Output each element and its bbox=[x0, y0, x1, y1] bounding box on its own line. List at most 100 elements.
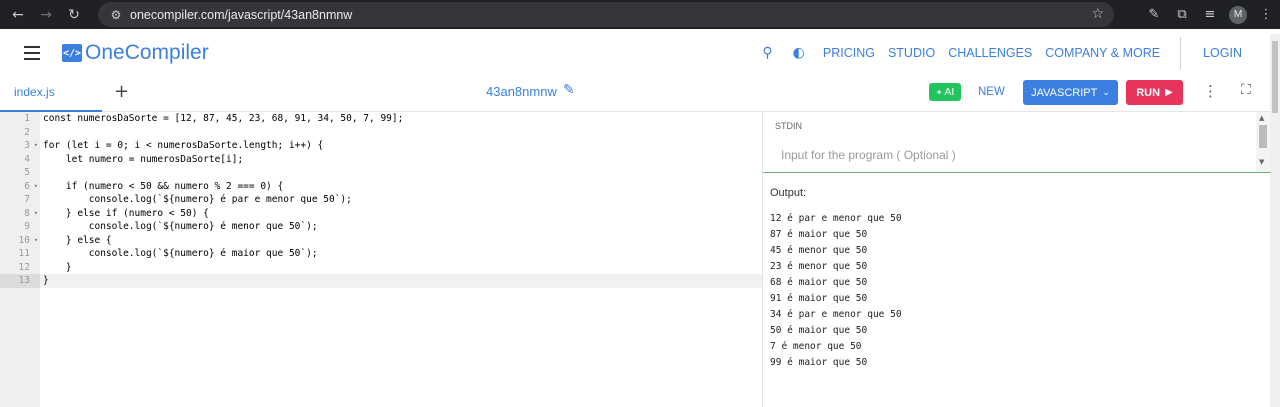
code-line[interactable]: let numero = numerosDaSorte[i]; bbox=[43, 153, 243, 167]
stdin-input[interactable]: Input for the program ( Optional ) bbox=[781, 148, 956, 162]
output-line: 50 é maior que 50 bbox=[770, 325, 868, 336]
scroll-down-icon[interactable]: ▼ bbox=[1259, 158, 1264, 166]
header-divider bbox=[1180, 37, 1182, 69]
page-scrollbar[interactable] bbox=[1270, 34, 1280, 407]
line-number-text: 4 bbox=[24, 153, 30, 165]
stdin-scrollbar-thumb[interactable] bbox=[1259, 125, 1267, 148]
tab-index-js[interactable]: index.js bbox=[0, 72, 102, 112]
ai-button[interactable]: ✦ AI bbox=[929, 83, 961, 101]
extensions-icon[interactable]: ⧉ bbox=[1168, 7, 1196, 22]
line-number: 13 bbox=[0, 274, 40, 288]
browser-actions: ✎ ⧉ ≡ M ⋮ bbox=[1140, 0, 1280, 29]
code-title[interactable]: 43an8nmnw bbox=[486, 84, 557, 99]
fold-toggle-icon[interactable]: ▾ bbox=[34, 139, 38, 153]
language-label: JAVASCRIPT bbox=[1031, 86, 1098, 99]
output-line: 99 é maior que 50 bbox=[770, 357, 868, 368]
fold-toggle-icon[interactable]: ▾ bbox=[34, 180, 38, 194]
code-line[interactable]: console.log(`${numero} é par e menor que… bbox=[43, 193, 352, 207]
line-number: 8 ▾ bbox=[0, 207, 40, 221]
star-icon[interactable]: ☆ bbox=[1091, 6, 1104, 22]
code-line[interactable]: const numerosDaSorte = [12, 87, 45, 23, … bbox=[43, 112, 403, 126]
code-line[interactable]: } bbox=[43, 261, 72, 275]
output-line: 7 é menor que 50 bbox=[770, 341, 862, 352]
code-line[interactable]: } else if (numero < 50) { bbox=[43, 207, 209, 221]
fullscreen-icon[interactable]: ⛶ bbox=[1241, 82, 1251, 98]
eyedropper-icon[interactable]: ✎ bbox=[1140, 7, 1168, 22]
logo-text: OneCompiler bbox=[85, 41, 209, 64]
output-line: 87 é maior que 50 bbox=[770, 229, 868, 240]
header-nav: ⚲ ◐ PRICING STUDIO CHALLENGES COMPANY & … bbox=[746, 34, 1242, 72]
url-text[interactable]: onecompiler.com/javascript/43an8nmnw bbox=[130, 8, 352, 22]
line-number: 11 bbox=[0, 247, 40, 261]
fold-toggle-icon[interactable]: ▾ bbox=[34, 234, 38, 248]
login-link[interactable]: LOGIN bbox=[1203, 46, 1242, 60]
line-number: 6 ▾ bbox=[0, 180, 40, 194]
code-line[interactable]: console.log(`${numero} é menor que 50`); bbox=[43, 220, 318, 234]
logo-icon: </> bbox=[62, 44, 82, 62]
new-button[interactable]: NEW bbox=[978, 86, 1005, 98]
nav-pricing[interactable]: PRICING bbox=[823, 46, 875, 60]
output-line: 91 é maior que 50 bbox=[770, 293, 868, 304]
nav-challenges[interactable]: CHALLENGES bbox=[948, 46, 1032, 60]
sparkle-icon: ✦ bbox=[935, 87, 943, 97]
add-tab-button[interactable]: + bbox=[114, 81, 129, 102]
logo[interactable]: </> OneCompiler bbox=[62, 41, 209, 65]
line-number-text: 9 bbox=[24, 221, 30, 232]
editor-toolbar: index.js + 43an8nmnw ✎ ✦ AI NEW JAVASCRI… bbox=[0, 72, 1270, 112]
line-number-text: 11 bbox=[18, 248, 30, 259]
ai-button-label: AI bbox=[944, 86, 955, 98]
back-icon[interactable]: ← bbox=[4, 0, 32, 29]
nav-company[interactable]: COMPANY & MORE bbox=[1045, 46, 1160, 60]
code-line[interactable]: } bbox=[43, 274, 49, 288]
address-bar[interactable]: ⚙ onecompiler.com/javascript/43an8nmnw ☆ bbox=[98, 2, 1114, 27]
stdin-scrollbar[interactable]: ▲ ▼ bbox=[1256, 112, 1270, 172]
line-number-text: 7 bbox=[24, 194, 30, 205]
output-line: 12 é par e menor que 50 bbox=[770, 213, 902, 224]
media-queue-icon[interactable]: ≡ bbox=[1196, 7, 1224, 22]
scroll-up-icon[interactable]: ▲ bbox=[1259, 114, 1264, 122]
line-number-text: 5 bbox=[24, 167, 30, 178]
search-icon[interactable]: ⚲ bbox=[762, 45, 772, 61]
output-line: 68 é maior que 50 bbox=[770, 277, 868, 288]
profile-avatar[interactable]: M bbox=[1229, 5, 1247, 24]
code-line[interactable]: for (let i = 0; i < numerosDaSorte.lengt… bbox=[43, 139, 323, 153]
line-number: 4 bbox=[0, 153, 40, 167]
stdin-label: STDIN bbox=[775, 121, 802, 131]
stdin-divider bbox=[763, 172, 1271, 173]
chevron-down-icon: ⌄ bbox=[1102, 87, 1110, 98]
fold-toggle-icon[interactable]: ▾ bbox=[34, 207, 38, 221]
code-editor[interactable]: 1 2 3 ▾ 4 5 6 ▾ 7 8 ▾ 9 10 ▾ 11 12 13 const numerosDaSor… bbox=[0, 112, 762, 407]
line-number: 3 ▾ bbox=[0, 139, 40, 153]
reload-icon[interactable]: ↻ bbox=[60, 0, 88, 29]
line-number-text: 10 bbox=[18, 234, 30, 246]
theme-toggle-icon[interactable]: ◐ bbox=[793, 45, 805, 61]
site-settings-icon[interactable]: ⚙ bbox=[104, 8, 128, 22]
line-number-gutter: 1 2 3 ▾ 4 5 6 ▾ 7 8 ▾ 9 10 ▾ 11 12 13 bbox=[0, 112, 40, 407]
hamburger-menu-icon[interactable] bbox=[24, 46, 40, 64]
forward-icon[interactable]: → bbox=[32, 0, 60, 29]
output-line: 34 é par e menor que 50 bbox=[770, 309, 902, 320]
line-number-text: 6 bbox=[24, 180, 30, 192]
browser-menu-icon[interactable]: ⋮ bbox=[1252, 7, 1280, 22]
code-line[interactable]: console.log(`${numero} é maior que 50`); bbox=[43, 247, 318, 261]
line-number-text: 8 bbox=[24, 207, 30, 219]
line-number: 12 bbox=[0, 261, 40, 275]
edit-pencil-icon[interactable]: ✎ bbox=[563, 82, 575, 98]
run-button[interactable]: RUN ▶ bbox=[1126, 80, 1183, 105]
line-number-text: 12 bbox=[18, 261, 30, 273]
code-line[interactable]: if (numero < 50 && numero % 2 === 0) { bbox=[43, 180, 283, 194]
nav-studio[interactable]: STUDIO bbox=[888, 46, 935, 60]
line-number: 1 bbox=[0, 112, 40, 126]
output-label: Output: bbox=[770, 187, 807, 199]
line-number: 2 bbox=[0, 126, 40, 140]
more-options-icon[interactable]: ⋮ bbox=[1203, 82, 1218, 100]
line-number-text: 13 bbox=[18, 275, 30, 286]
line-number-text: 1 bbox=[24, 113, 30, 124]
language-select[interactable]: JAVASCRIPT ⌄ bbox=[1023, 80, 1118, 105]
page-scrollbar-thumb[interactable] bbox=[1272, 41, 1278, 113]
line-number: 10 ▾ bbox=[0, 234, 40, 248]
line-number-text: 3 bbox=[24, 140, 30, 151]
play-icon: ▶ bbox=[1165, 87, 1173, 98]
code-line[interactable]: } else { bbox=[43, 234, 112, 248]
output-line: 23 é menor que 50 bbox=[770, 261, 868, 272]
